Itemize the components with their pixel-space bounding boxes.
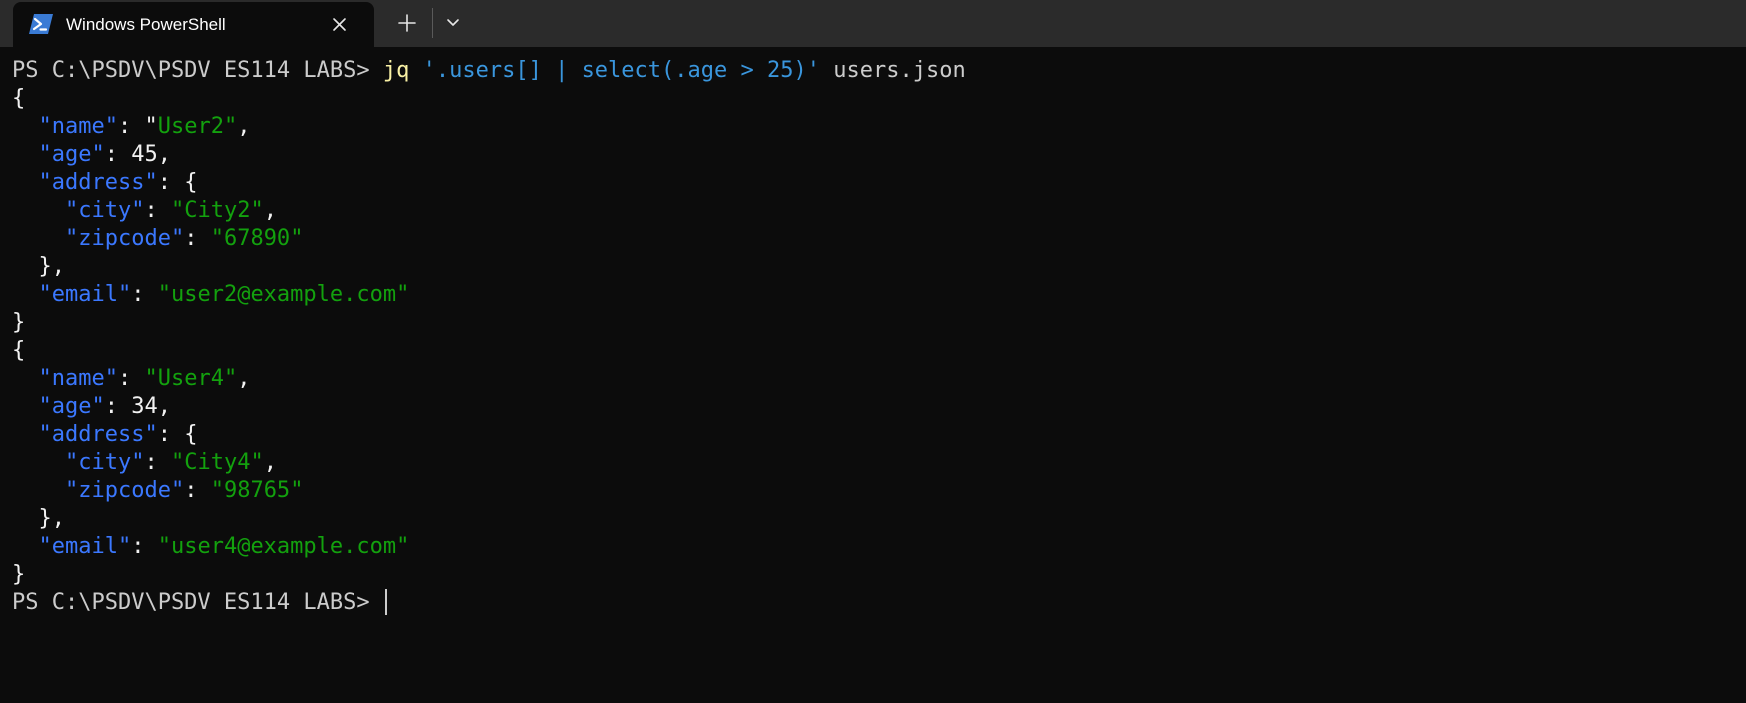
json-brace-open: { (12, 86, 26, 111)
text-cursor (384, 589, 387, 615)
json-line: }, (12, 254, 65, 279)
current-prompt-line[interactable]: PS C:\PSDV\PSDV ES114 LABS> (12, 589, 1746, 617)
tab-title: Windows PowerShell (66, 15, 226, 34)
json-line: "email": "user4@example.com" (38, 534, 410, 559)
prompt: PS C:\PSDV\PSDV ES114 LABS> (12, 590, 383, 615)
json-brace-close: } (12, 310, 26, 335)
json-value-city: City4 (184, 450, 251, 475)
terminal-output[interactable]: PS C:\PSDV\PSDV ES114 LABS> jq '.users[]… (0, 47, 1746, 703)
json-brace-open: { (12, 338, 26, 363)
command-name: jq (382, 58, 410, 83)
json-value-email: user2@example.com (170, 282, 397, 307)
command-file: users.json (833, 58, 966, 83)
json-value-zipcode: 67890 (223, 226, 291, 251)
command-filter: '.users[] | select(.age > 25)' (422, 58, 820, 83)
json-line: "city": "City4", (64, 450, 277, 475)
json-value-name: User4 (157, 366, 224, 391)
json-value-name: User2 (157, 114, 224, 139)
json-value-age: 34 (131, 394, 158, 419)
title-bar: Windows PowerShell (0, 0, 1746, 47)
json-line: "address": { (38, 422, 198, 447)
titlebar-divider (432, 8, 433, 38)
json-line: "age": 34, (38, 394, 171, 419)
json-line: }, (12, 506, 65, 531)
json-value-zipcode: 98765 (223, 478, 291, 503)
json-line: "address": { (38, 170, 198, 195)
json-line: "name": "User4", (38, 366, 251, 391)
json-line: "zipcode": "98765" (64, 478, 304, 503)
powershell-icon (29, 14, 53, 34)
json-value-age: 45 (131, 142, 158, 167)
prompt: PS C:\PSDV\PSDV ES114 LABS> (12, 58, 383, 83)
json-line: "city": "City2", (64, 198, 277, 223)
json-line: "email": "user2@example.com" (38, 282, 410, 307)
tab-windows-powershell[interactable]: Windows PowerShell (13, 2, 374, 47)
json-value-city: City2 (184, 198, 251, 223)
terminal-window: Windows PowerShell PS C:\PSDV\PSDV ES114… (0, 0, 1746, 703)
command-line: PS C:\PSDV\PSDV ES114 LABS> jq '.users[]… (12, 57, 1746, 85)
plus-icon[interactable] (392, 9, 422, 37)
json-value-email: user4@example.com (170, 534, 397, 559)
json-line: "name": "User2", (38, 114, 251, 139)
close-icon[interactable] (329, 14, 350, 35)
json-line: "zipcode": "67890" (64, 226, 304, 251)
json-brace-close: } (12, 562, 26, 587)
json-line: "age": 45, (38, 142, 171, 167)
chevron-down-icon[interactable] (440, 9, 466, 37)
